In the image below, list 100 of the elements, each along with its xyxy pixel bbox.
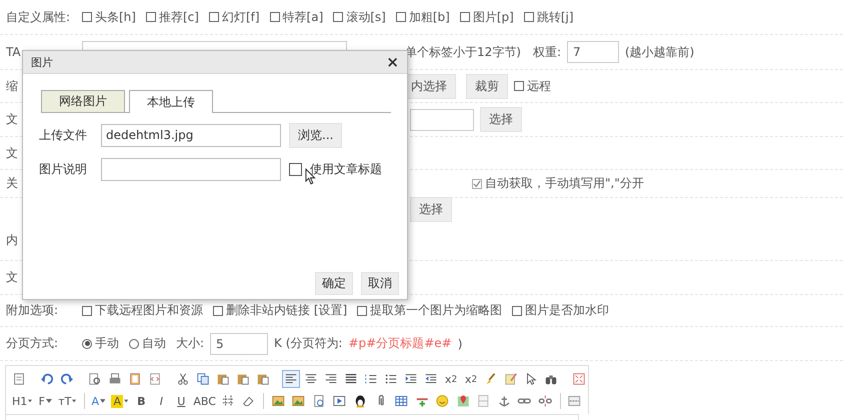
caret-icon xyxy=(28,399,32,403)
size-input[interactable]: 5 xyxy=(210,332,268,354)
hint-text: (越小越靠前) xyxy=(625,44,694,60)
fullscreen-icon xyxy=(572,371,586,387)
close-button[interactable]: × xyxy=(386,54,399,70)
toolbar-button[interactable]: U xyxy=(172,392,190,410)
video-icon xyxy=(332,393,348,409)
radio-label: 手动 xyxy=(95,335,119,352)
cursor-icon xyxy=(524,371,538,387)
page-break-icon xyxy=(567,393,582,409)
checkbox-label: 特荐[a] xyxy=(282,8,324,26)
dropdown-button[interactable]: A xyxy=(109,392,130,410)
field-label: 分页方式: xyxy=(6,335,60,352)
checkbox-label: 使用文章标题 xyxy=(310,161,382,178)
broken-link-icon xyxy=(538,393,552,409)
checkbox-label: 推荐[c] xyxy=(158,8,199,26)
field-label: 关 xyxy=(6,175,19,192)
caret-icon xyxy=(100,399,106,403)
hint-text: K (分页符为: xyxy=(274,335,342,352)
toolbar-button[interactable]: B xyxy=(132,392,150,410)
checkbox[interactable] xyxy=(270,12,280,22)
toolbar-button[interactable]: ABC xyxy=(192,392,217,410)
crop-button[interactable]: 裁剪 xyxy=(466,74,508,98)
caption-input[interactable] xyxy=(101,158,281,181)
checkbox[interactable] xyxy=(396,12,406,22)
checkbox[interactable] xyxy=(289,163,302,176)
select-button[interactable]: 选择 xyxy=(480,107,522,132)
page-marker-text: #p#分页标题#e# xyxy=(348,335,452,352)
map-pin-icon xyxy=(456,393,470,409)
checkbox[interactable] xyxy=(213,306,223,316)
dialog-title: 图片 xyxy=(31,54,53,70)
field-label: 权重: xyxy=(532,44,561,60)
weight-input[interactable]: 7 xyxy=(567,41,619,63)
smiley-icon xyxy=(435,393,450,409)
field-label: 文 xyxy=(6,111,19,128)
penguin-icon xyxy=(353,393,368,409)
dropdown-button[interactable]: F xyxy=(36,392,54,410)
checkbox-label: 加粗[b] xyxy=(408,8,450,26)
checkbox-label: 头条[h] xyxy=(95,8,136,26)
radio-label: 自动 xyxy=(142,335,166,352)
image-icon xyxy=(291,393,306,409)
checkbox[interactable] xyxy=(82,12,92,22)
radio-button[interactable] xyxy=(129,338,139,348)
checkbox-label: 自动获取，手动填写用","分开 xyxy=(485,175,644,192)
checkbox-label: 图片是否加水印 xyxy=(525,302,610,319)
dialog-button[interactable]: 确定 xyxy=(315,272,353,295)
copy-icon xyxy=(196,371,210,387)
hint-text: ) xyxy=(458,336,462,350)
checkbox-label: 滚动[s] xyxy=(346,8,386,26)
tab[interactable]: 本地上传 xyxy=(129,90,213,113)
dialog-button[interactable]: 取消 xyxy=(361,272,399,295)
checkbox[interactable] xyxy=(146,12,156,22)
radio-button[interactable] xyxy=(82,338,92,348)
dropdown-button[interactable]: A xyxy=(89,392,108,410)
checkbox[interactable] xyxy=(460,12,470,22)
field-label: 上传文件 xyxy=(39,127,88,144)
tab[interactable]: 网络图片 xyxy=(41,90,125,112)
checkbox[interactable] xyxy=(333,12,344,22)
dropdown-button[interactable]: тT xyxy=(56,392,79,410)
select-button[interactable]: 选择 xyxy=(410,197,452,222)
page-clip-icon xyxy=(312,393,326,409)
field-label: 缩 xyxy=(6,78,19,94)
book-icon xyxy=(128,371,142,387)
field-label: 大小: xyxy=(176,335,204,352)
checkbox[interactable] xyxy=(82,306,92,316)
checkbox-label: 幻灯[f] xyxy=(222,8,260,26)
field-label: 文 xyxy=(6,269,19,286)
file-input[interactable]: dedehtml3.jpg xyxy=(101,124,281,147)
checkbox[interactable] xyxy=(512,306,522,316)
field-label: TA xyxy=(6,45,22,59)
checkbox-label: 下载远程图片和资源 xyxy=(95,302,203,319)
blank-page-icon xyxy=(476,393,491,409)
checkbox[interactable] xyxy=(357,306,368,316)
toolbar-button[interactable] xyxy=(282,370,300,388)
checkbox[interactable] xyxy=(514,81,524,91)
field-label: 内 xyxy=(6,232,19,249)
brush-icon xyxy=(484,371,498,387)
field-label: 附加选项: xyxy=(6,302,60,319)
caret-icon xyxy=(46,399,52,403)
magnifier-page-icon xyxy=(88,371,102,387)
scissors-icon xyxy=(176,371,190,387)
checkbox-label: 远程 xyxy=(527,78,551,94)
code-page-icon xyxy=(148,371,162,387)
source-input[interactable] xyxy=(410,108,474,130)
checkbox[interactable] xyxy=(472,178,482,188)
caret-icon xyxy=(124,399,128,403)
checkbox-label: 跳转[j] xyxy=(536,8,574,26)
pencil-page-icon xyxy=(504,371,518,387)
browse-button[interactable]: 浏览... xyxy=(289,123,342,148)
redo-icon xyxy=(60,371,74,387)
toolbar-button[interactable]: I xyxy=(152,392,170,410)
table-icon xyxy=(394,393,409,409)
checkbox-label: 图片[p] xyxy=(472,8,514,26)
checkbox[interactable] xyxy=(208,12,219,22)
field-label: 文 xyxy=(6,144,19,162)
checkbox[interactable] xyxy=(524,12,534,22)
checkbox-label: 提取第一个图片为缩略图 xyxy=(370,302,502,319)
dropdown-button[interactable]: H1 xyxy=(10,392,34,410)
undo-icon xyxy=(40,371,54,387)
field-label: 图片说明 xyxy=(39,161,88,178)
